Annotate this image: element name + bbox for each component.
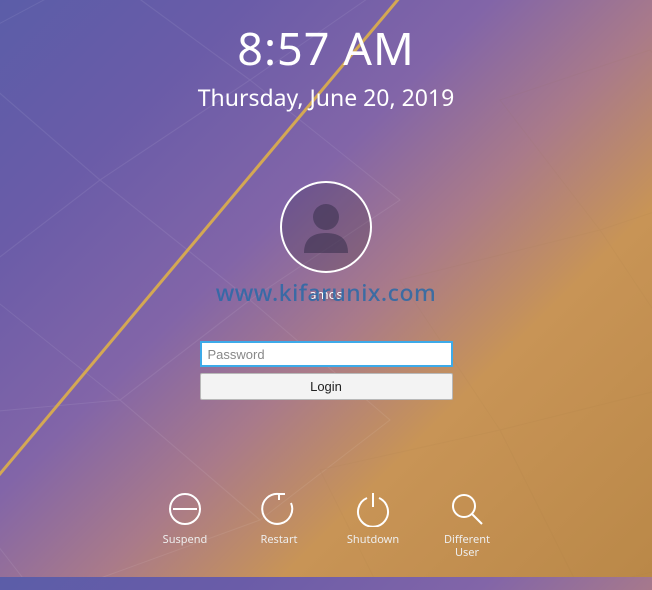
restart-icon — [261, 491, 297, 527]
suspend-label: Suspend — [163, 533, 208, 546]
restart-label: Restart — [261, 533, 298, 546]
suspend-icon — [167, 491, 203, 527]
clock-date: Thursday, June 20, 2019 — [198, 81, 454, 113]
shutdown-label: Shutdown — [347, 533, 399, 546]
bottom-action-bar: Suspend Restart Shutdown — [157, 491, 495, 559]
watermark-text: www.kifarunix.com — [216, 276, 437, 308]
password-input[interactable] — [200, 341, 453, 367]
different-user-button[interactable]: Different User — [439, 491, 495, 559]
different-user-label: Different User — [439, 533, 495, 559]
shutdown-button[interactable]: Shutdown — [345, 491, 401, 546]
clock-time: 8:57 AM — [237, 18, 415, 79]
suspend-button[interactable]: Suspend — [157, 491, 213, 546]
user-avatar[interactable] — [280, 181, 372, 273]
login-button[interactable]: Login — [200, 373, 453, 400]
search-icon — [449, 491, 485, 527]
restart-button[interactable]: Restart — [251, 491, 307, 546]
user-icon — [294, 195, 358, 259]
shutdown-icon — [355, 491, 391, 527]
